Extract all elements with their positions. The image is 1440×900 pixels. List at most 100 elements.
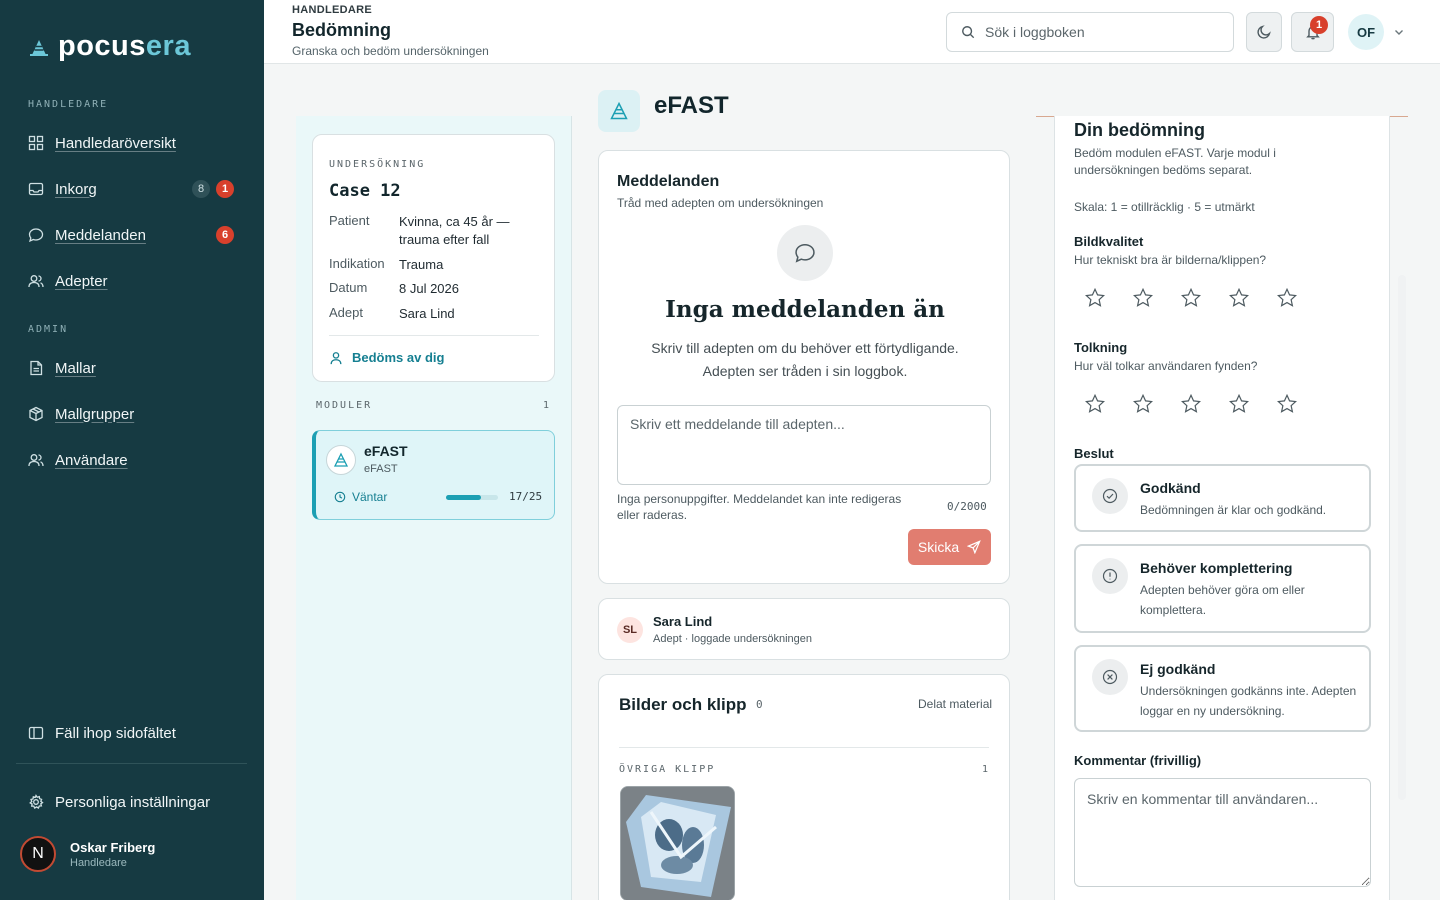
star-icon[interactable] <box>1228 287 1250 309</box>
collapse-sidebar-button[interactable]: Fäll ihop sidofältet <box>28 721 236 745</box>
module-item-efast[interactable]: eFAST eFAST Väntar 17/25 <box>312 430 555 520</box>
comment-input[interactable] <box>1074 778 1371 887</box>
send-button[interactable]: Skicka <box>908 529 991 565</box>
empty-state-description: Skriv till adepten om du behöver ett för… <box>651 340 959 379</box>
divider <box>329 335 539 336</box>
notification-badge: 1 <box>1310 16 1328 34</box>
page-title: Bedömning <box>292 20 391 40</box>
messages-badge: 6 <box>216 226 234 244</box>
sidebar-item-users[interactable]: Användare <box>28 448 236 472</box>
star-icon[interactable] <box>1180 287 1202 309</box>
sidebar-item-messages[interactable]: Meddelanden 6 <box>28 223 236 247</box>
option-title: Godkänd <box>1140 480 1201 496</box>
messages-subtitle: Tråd med adepten om undersökningen <box>617 196 824 210</box>
avatar: N <box>20 836 56 872</box>
moon-icon <box>1257 25 1271 39</box>
x-circle-icon <box>1092 659 1128 695</box>
clip-thumbnail[interactable] <box>620 786 735 900</box>
case-card: UNDERSÖKNING Case 12 Patient Kvinna, ca 4… <box>312 134 555 382</box>
sidebar-item-adepts[interactable]: Adepter <box>28 269 236 293</box>
star-icon[interactable] <box>1228 393 1250 415</box>
option-description: Adepten behöver göra om eller kompletter… <box>1140 583 1305 617</box>
alert-circle-icon <box>1092 558 1128 594</box>
sidebar-item-supervisor-overview[interactable]: Handledaröversikt <box>28 131 236 155</box>
sidebar-item-label: Mallar <box>55 359 96 377</box>
rating-interpretation <box>1084 393 1298 415</box>
page-subtitle: Granska och bedöm undersökningen <box>292 44 489 58</box>
user-role: Handledare <box>70 856 127 869</box>
star-icon[interactable] <box>1276 393 1298 415</box>
decision-label: Beslut <box>1074 446 1114 461</box>
sidebar-panel-icon <box>28 725 44 741</box>
other-clips-label: ÖVRIGA KLIPP <box>619 764 716 775</box>
sidebar-item-label: Mallgrupper <box>55 405 135 423</box>
sidebar-item-label: Meddelanden <box>55 226 146 244</box>
field-value: Trauma <box>399 257 444 272</box>
users-icon <box>28 452 44 468</box>
module-title: eFAST <box>654 92 729 119</box>
case-field-indication: Indikation Trauma <box>329 256 529 274</box>
decision-option-rejected[interactable]: Ej godkänd Undersökningen godkänns inte.… <box>1074 645 1371 732</box>
criterion-image-quality-title: Bildkvalitet <box>1074 234 1144 249</box>
star-icon[interactable] <box>1276 287 1298 309</box>
module-progress-fill <box>446 495 482 500</box>
search-icon <box>962 26 975 39</box>
theme-toggle-button[interactable] <box>1246 12 1282 52</box>
field-key: Patient <box>329 213 370 228</box>
brand-name-part1: pocus <box>58 30 146 62</box>
header-eyebrow: HANDLEDARE <box>292 4 372 16</box>
shared-material-link[interactable]: Delat material <box>918 697 992 711</box>
sidebar-item-label: Handledaröversikt <box>55 134 176 152</box>
user-avatar[interactable]: OF <box>1348 14 1384 50</box>
top-header: HANDLEDARE Bedömning Granska och bedöm u… <box>264 0 1440 64</box>
decision-option-needs-completion[interactable]: Behöver komplettering Adepten behöver gö… <box>1074 544 1371 633</box>
personal-settings-button[interactable]: Personliga inställningar <box>28 790 236 814</box>
clock-icon <box>334 491 346 503</box>
sidebar-divider <box>16 763 247 764</box>
inbox-badge: 1 <box>216 180 234 198</box>
divider <box>619 747 989 748</box>
notifications-button[interactable]: 1 <box>1291 12 1334 52</box>
sidebar-item-inbox[interactable]: Inkorg 8 1 <box>28 177 236 201</box>
option-title: Behöver komplettering <box>1140 560 1293 576</box>
messages-card: Meddelanden Tråd med adepten om undersök… <box>598 150 1010 584</box>
field-value: Kvinna, ca 45 år — trauma efter fall <box>399 214 510 247</box>
messages-title: Meddelanden <box>617 173 720 190</box>
user-name: Oskar Friberg <box>70 839 156 855</box>
search-box[interactable] <box>946 12 1234 52</box>
star-icon[interactable] <box>1132 287 1154 309</box>
scrollbar[interactable] <box>1398 275 1406 800</box>
modules-count: 1 <box>543 400 550 411</box>
assessed-by: Bedöms av dig <box>329 350 444 365</box>
ultrasound-icon <box>326 445 356 475</box>
empty-state-icon <box>777 225 833 281</box>
criterion-image-quality-question: Hur tekniskt bra är bilderna/klippen? <box>1074 253 1267 267</box>
document-icon <box>28 360 44 376</box>
chat-icon <box>28 227 44 243</box>
star-icon[interactable] <box>1180 393 1202 415</box>
package-icon <box>28 406 44 422</box>
empty-state-title: Inga meddelanden än <box>665 296 945 323</box>
module-subtitle: eFAST <box>364 463 398 475</box>
section-label-admin: ADMIN <box>28 324 69 335</box>
star-icon[interactable] <box>1084 393 1106 415</box>
message-input[interactable] <box>617 405 991 485</box>
field-key: Indikation <box>329 256 385 271</box>
adept-name: Sara Lind <box>653 614 713 629</box>
sidebar-item-template-groups[interactable]: Mallgrupper <box>28 402 236 426</box>
chat-icon <box>795 243 815 263</box>
search-input[interactable] <box>985 24 1215 40</box>
sidebar-item-templates[interactable]: Mallar <box>28 356 236 380</box>
brand-logo[interactable]: pocusera <box>28 30 191 63</box>
chevron-down-icon[interactable] <box>1393 26 1405 38</box>
media-count: 0 <box>756 698 763 711</box>
case-field-adept: Adept Sara Lind <box>329 305 529 323</box>
decision-option-approved[interactable]: Godkänd Bedömningen är klar och godkänd. <box>1074 464 1371 532</box>
option-description: Bedömningen är klar och godkänd. <box>1140 503 1327 517</box>
star-icon[interactable] <box>1084 287 1106 309</box>
module-progress-bar <box>446 495 498 500</box>
rating-image-quality <box>1084 287 1298 309</box>
logo-icon <box>30 39 48 56</box>
star-icon[interactable] <box>1132 393 1154 415</box>
user-profile[interactable]: N Oskar Friberg Handledare <box>20 836 155 872</box>
